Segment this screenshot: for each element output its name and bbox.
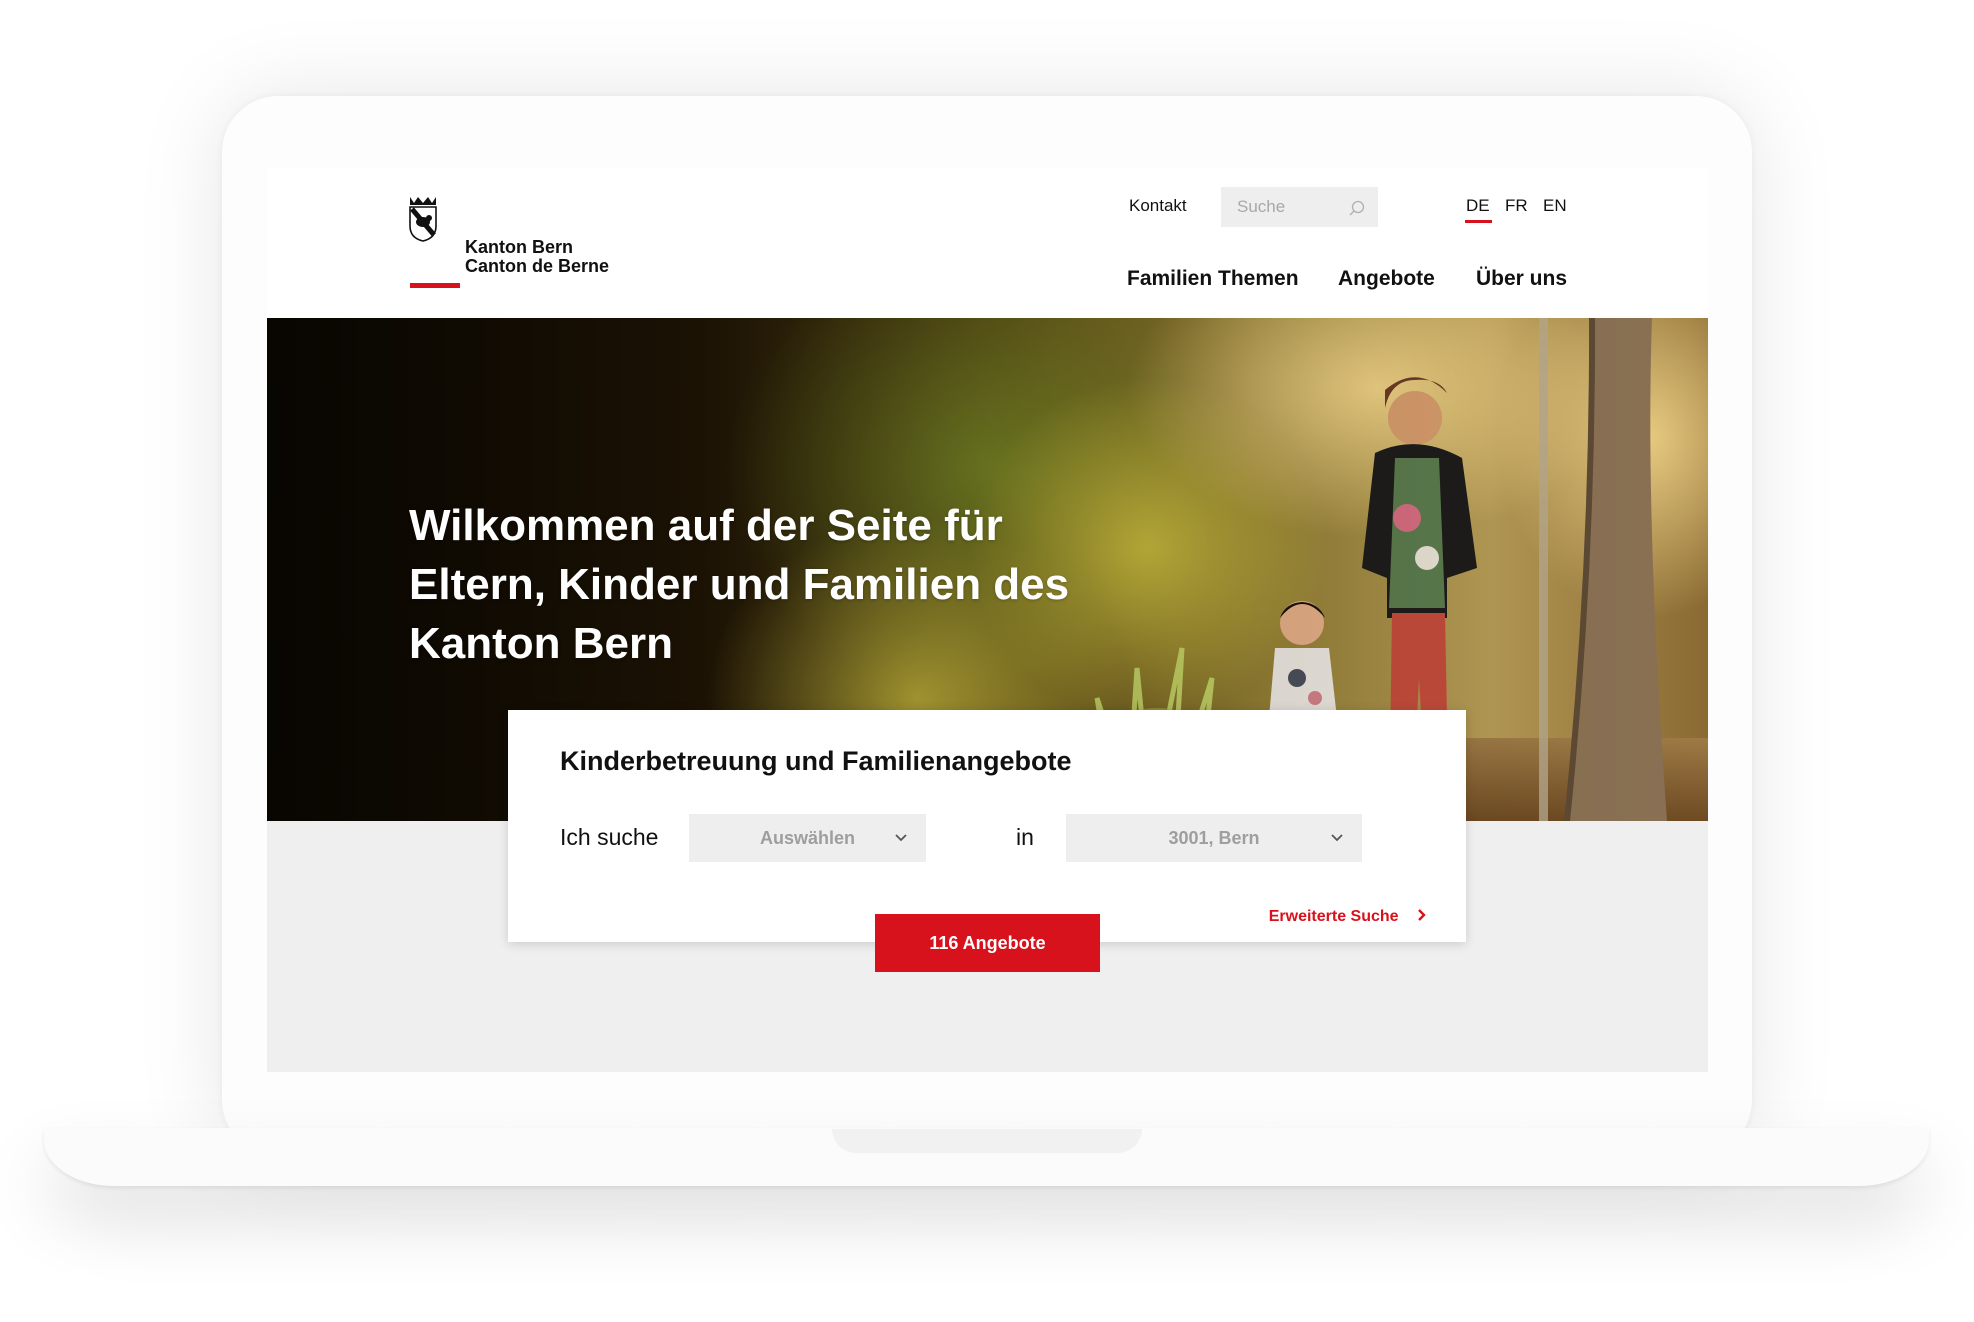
nav-item-familien-themen[interactable]: Familien Themen — [1127, 267, 1299, 291]
active-language-indicator — [1465, 220, 1492, 223]
laptop-notch — [832, 1129, 1142, 1153]
website-screen: Kanton Bern Canton de Berne Kontakt DE F… — [267, 168, 1708, 1072]
site-search — [1221, 187, 1378, 227]
search-input[interactable] — [1237, 187, 1347, 227]
search-card-title: Kinderbetreuung und Familienangebote — [560, 746, 1072, 776]
nav-item-angebote[interactable]: Angebote — [1338, 267, 1435, 291]
search-card: Kinderbetreuung und Familienangebote Ich… — [508, 710, 1466, 942]
site-header: Kanton Bern Canton de Berne Kontakt DE F… — [267, 168, 1708, 318]
location-select[interactable]: 3001, Bern — [1066, 814, 1362, 862]
category-select-value: Auswählen — [759, 828, 856, 848]
chevron-down-icon — [895, 834, 907, 842]
logo-line-2: Canton de Berne — [465, 256, 610, 276]
logo-line-1: Kanton Bern — [465, 237, 573, 257]
logo-text: Kanton Bern Canton de Berne — [465, 238, 609, 276]
location-label: in — [1016, 824, 1034, 850]
chevron-down-icon — [1331, 834, 1343, 842]
advanced-search-label: Erweiterte Suche — [1268, 908, 1399, 925]
nav-item-ueber-uns[interactable]: Über uns — [1476, 267, 1567, 291]
search-icon[interactable] — [1348, 199, 1366, 217]
search-label: Ich suche — [560, 824, 659, 850]
logo-underline — [410, 283, 460, 288]
advanced-search-link[interactable]: Erweiterte Suche — [1269, 908, 1426, 926]
location-select-value: 3001, Bern — [1168, 828, 1260, 848]
language-de[interactable]: DE — [1466, 196, 1490, 216]
category-select[interactable]: Auswählen — [689, 814, 926, 862]
hero-title: Wilkommen auf der Seite für Eltern, Kind… — [409, 501, 1070, 668]
language-fr[interactable]: FR — [1505, 196, 1528, 216]
show-results-button[interactable]: 116 Angebote — [875, 914, 1100, 972]
bear-coat-of-arms-icon — [409, 197, 437, 242]
contact-link[interactable]: Kontakt — [1129, 196, 1187, 216]
language-en[interactable]: EN — [1543, 196, 1567, 216]
chevron-right-icon — [1418, 909, 1426, 922]
